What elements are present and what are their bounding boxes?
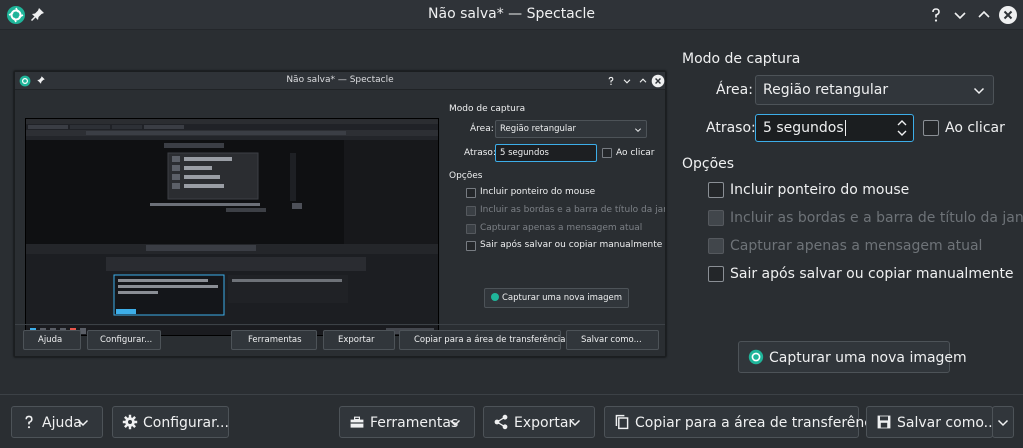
minimize-icon[interactable]	[950, 5, 970, 25]
preview-close-icon	[651, 74, 665, 88]
include-borders-label: Incluir as bordas e a barra de título da…	[730, 210, 1023, 226]
preview-option-label: Incluir as bordas e a barra de título da…	[480, 205, 666, 215]
preview-delay-label: Atraso:	[464, 148, 496, 158]
spin-arrows-icon[interactable]	[896, 118, 908, 138]
help-label: Ajuda	[42, 415, 82, 431]
area-label: Área:	[716, 82, 753, 98]
export-label: Exportar	[514, 415, 575, 431]
include-borders-checkbox	[708, 210, 724, 226]
preview-help-label: Ajuda	[38, 335, 63, 345]
delay-value: 5 segundos	[763, 120, 844, 136]
preview-spectacle-icon	[491, 293, 499, 301]
toolbox-icon	[350, 416, 364, 428]
preview-on-click-checkbox	[602, 148, 612, 158]
footer-separator	[0, 394, 1023, 395]
quit-after-save-checkbox[interactable]	[708, 266, 724, 282]
help-button[interactable]: Ajuda	[11, 406, 103, 438]
preview-area-combo: Região retangular	[495, 120, 647, 138]
copy-icon	[615, 414, 629, 430]
include-pointer-label: Incluir ponteiro do mouse	[730, 182, 910, 198]
chevron-down-icon	[973, 87, 985, 95]
preview-capture-mode-heading: Modo de captura	[449, 104, 526, 114]
preview-chevron-down-icon	[634, 128, 642, 133]
preview-desktop-image	[25, 118, 439, 336]
preview-help-button: Ajuda	[23, 330, 81, 350]
delay-label: Atraso:	[706, 120, 756, 136]
copy-label: Copiar para a área de transferência	[635, 415, 885, 431]
preview-copy-button: Copiar para a área de transferência	[399, 330, 565, 350]
preview-window-title: Não salva* — Spectacle	[286, 75, 394, 85]
chevron-down-icon	[77, 419, 89, 427]
question-icon	[25, 415, 33, 429]
preview-delay-value: 5 segundos	[500, 148, 549, 158]
chevron-down-icon	[449, 419, 461, 427]
preview-delay-spinbox: 5 segundos	[495, 144, 597, 162]
save-options-dropdown[interactable]	[992, 406, 1014, 438]
new-capture-button[interactable]: Capturar uma nova imagem	[738, 341, 967, 373]
preview-export-label: Exportar	[338, 335, 375, 345]
save-as-label: Salvar como...	[897, 415, 997, 431]
preview-tools-button: Ferramentas	[231, 330, 317, 350]
capture-message-label: Capturar apenas a mensagem atual	[730, 238, 983, 254]
save-as-button[interactable]: Salvar como...	[866, 406, 997, 438]
copy-to-clipboard-button[interactable]: Copiar para a área de transferência	[604, 406, 884, 438]
preview-option-label: Capturar apenas a mensagem atual	[480, 223, 643, 233]
preview-option-checkbox	[466, 224, 476, 234]
quit-after-save-label: Sair após salvar ou copiar manualmente	[730, 266, 1014, 282]
spectacle-icon	[748, 349, 764, 365]
configure-button[interactable]: Configurar...	[112, 406, 229, 438]
title-bar: Não salva* — Spectacle	[0, 0, 1023, 30]
preview-footer-separator	[15, 324, 665, 325]
tools-label: Ferramentas	[370, 415, 459, 431]
preview-new-capture-button: Capturar uma nova imagem	[484, 288, 630, 308]
close-icon[interactable]	[998, 5, 1018, 25]
gear-icon	[122, 414, 138, 430]
preview-option-checkbox	[466, 206, 476, 216]
on-click-label: Ao clicar	[945, 120, 1005, 136]
capture-mode-heading: Modo de captura	[682, 51, 801, 67]
preview-configure-label: Configurar...	[100, 335, 153, 345]
preview-copy-label: Copiar para a área de transferência	[414, 335, 566, 345]
area-value: Região retangular	[763, 82, 889, 98]
preview-configure-button: Configurar...	[87, 330, 161, 350]
delay-spinbox[interactable]: 5 segundos	[755, 114, 914, 142]
preview-export-button: Exportar	[323, 330, 395, 350]
chevron-down-icon	[997, 419, 1009, 427]
window-title: Não salva* — Spectacle	[428, 6, 595, 22]
maximize-icon[interactable]	[974, 5, 994, 25]
preview-minimize-icon	[623, 79, 631, 84]
configure-label: Configurar...	[143, 415, 229, 431]
tools-button[interactable]: Ferramentas	[339, 406, 475, 438]
preview-area-value: Região retangular	[500, 124, 576, 134]
preview-save-label: Salvar como...	[581, 335, 642, 345]
preview-option-label: Incluir ponteiro do mouse	[480, 187, 596, 197]
area-combo[interactable]: Região retangular	[755, 75, 994, 105]
preview-option-checkbox	[466, 188, 476, 198]
save-icon	[877, 415, 891, 429]
preview-save-button: Salvar como...	[566, 330, 659, 350]
on-click-checkbox[interactable]	[923, 120, 939, 136]
new-capture-label: Capturar uma nova imagem	[769, 350, 967, 366]
export-button[interactable]: Exportar	[483, 406, 595, 438]
help-question-icon[interactable]	[926, 5, 946, 25]
preview-area-label: Área:	[470, 124, 494, 134]
preview-new-capture-label: Capturar uma nova imagem	[502, 293, 623, 303]
preview-tools-label: Ferramentas	[248, 335, 302, 345]
chevron-down-icon	[569, 419, 581, 427]
preview-on-click-label: Ao clicar	[616, 148, 655, 158]
include-pointer-checkbox[interactable]	[708, 182, 724, 198]
preview-option-label: Sair após salvar ou copiar manualmente	[480, 240, 663, 250]
preview-title-bar: Não salva* — Spectacle	[15, 72, 665, 90]
text-cursor	[844, 120, 846, 136]
share-icon	[494, 414, 508, 430]
options-heading: Opções	[682, 156, 735, 172]
screenshot-preview[interactable]: Não salva* — Spectacle Modo de captura Á…	[14, 71, 666, 357]
preview-option-checkbox	[466, 241, 476, 251]
capture-message-checkbox	[708, 238, 724, 254]
preview-options-heading: Opções	[449, 171, 483, 181]
preview-help-icon	[608, 76, 614, 86]
preview-maximize-icon	[639, 78, 647, 83]
